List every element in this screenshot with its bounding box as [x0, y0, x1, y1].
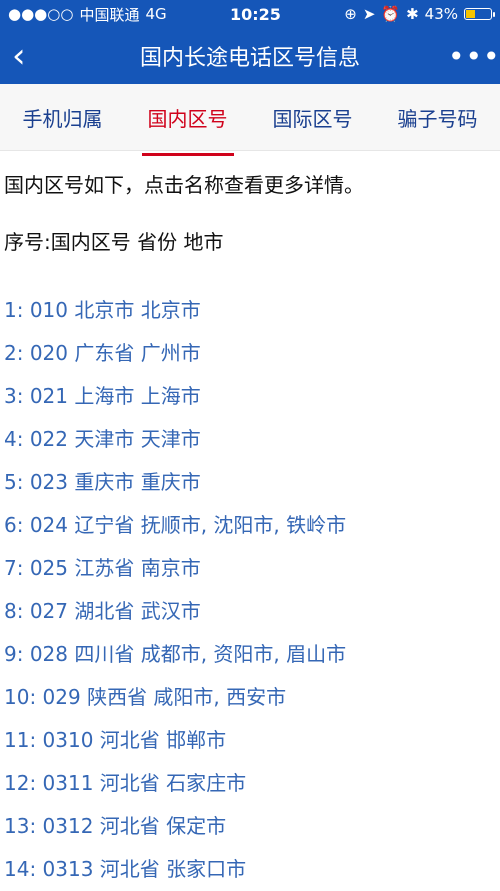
area-code-item[interactable]: 6: 024 辽宁省 抚顺市, 沈阳市, 铁岭市 [4, 504, 500, 547]
battery-icon [464, 8, 495, 20]
tab-domestic-area-code[interactable]: 国内区号 [141, 95, 234, 156]
tab-international-code[interactable]: 国际区号 [273, 95, 353, 140]
area-code-item[interactable]: 8: 027 湖北省 武汉市 [4, 590, 500, 633]
area-code-item[interactable]: 9: 028 四川省 成都市, 资阳市, 眉山市 [4, 633, 500, 676]
tab-scam-numbers[interactable]: 骗子号码 [398, 95, 478, 140]
navigation-bar: ‹ 国内长途电话区号信息 ••• [0, 28, 500, 84]
area-code-item[interactable]: 5: 023 重庆市 重庆市 [4, 461, 500, 504]
area-code-list: 1: 010 北京市 北京市 2: 020 广东省 广州市 3: 021 上海市… [4, 289, 500, 891]
area-code-item[interactable]: 14: 0313 河北省 张家口市 [4, 848, 500, 891]
area-code-item[interactable]: 10: 029 陕西省 咸阳市, 西安市 [4, 676, 500, 719]
back-icon[interactable]: ‹ [12, 39, 52, 73]
list-legend: 序号:国内区号 省份 地市 [4, 230, 224, 254]
carrier-name: 中国联通 [79, 5, 140, 24]
status-right: ⊕ ➤ ⏰ ✱ 43% [344, 5, 495, 23]
main-content: 国内区号如下，点击名称查看更多详情。 序号:国内区号 省份 地市 1: 010 … [0, 151, 500, 891]
area-code-item[interactable]: 1: 010 北京市 北京市 [4, 289, 500, 332]
battery-percent: 43% [424, 5, 458, 23]
page-title: 国内长途电话区号信息 [139, 46, 360, 71]
alarm-icon: ⏰ [381, 5, 401, 23]
lock-rotation-icon: ⊕ [344, 5, 357, 23]
intro-text: 国内区号如下，点击名称查看更多详情。 [4, 173, 364, 197]
status-time: 10:25 [229, 4, 281, 24]
bluetooth-icon: ✱ [406, 5, 419, 23]
tab-bar: 手机归属 国内区号 国际区号 骗子号码 [0, 84, 500, 156]
area-code-item[interactable]: 12: 0311 河北省 石家庄市 [4, 762, 500, 805]
tab-mobile-location[interactable]: 手机归属 [23, 95, 103, 140]
area-code-item[interactable]: 2: 020 广东省 广州市 [4, 332, 500, 375]
area-code-item[interactable]: 13: 0312 河北省 保定市 [4, 805, 500, 848]
area-code-item[interactable]: 3: 021 上海市 上海市 [4, 375, 500, 418]
signal-strength: ●●●○○ [8, 5, 74, 23]
location-icon: ➤ [362, 5, 376, 23]
network-type: 4G [145, 5, 167, 23]
battery-fill [466, 10, 476, 18]
area-code-item[interactable]: 7: 025 江苏省 南京市 [4, 547, 500, 590]
status-bar: ●●●○○ 中国联通 4G 10:25 ⊕ ➤ ⏰ ✱ 43% [0, 0, 500, 28]
status-left: ●●●○○ 中国联通 4G [8, 4, 167, 25]
area-code-item[interactable]: 4: 022 天津市 天津市 [4, 418, 500, 461]
more-icon[interactable]: ••• [448, 40, 500, 73]
area-code-item[interactable]: 11: 0310 河北省 邯郸市 [4, 719, 500, 762]
